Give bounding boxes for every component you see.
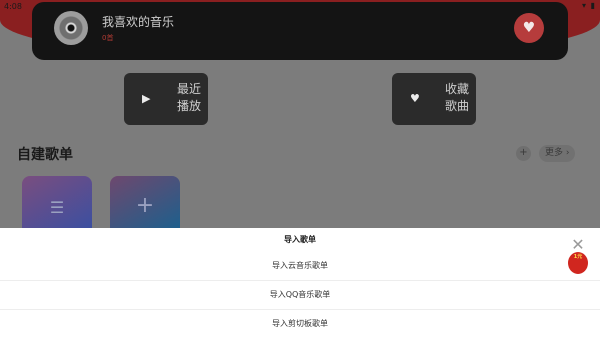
import-qq-option[interactable]: 导入QQ音乐歌单 xyxy=(0,280,600,308)
create-playlist-tile[interactable]: + xyxy=(110,176,180,228)
close-icon[interactable]: ✕ xyxy=(568,237,588,253)
status-icons: ▾ ▮ xyxy=(582,1,596,10)
play-icon: ▶ xyxy=(142,92,151,105)
sheet-title: 导入歌单 xyxy=(284,235,316,244)
favorite-songs-label: 收藏 歌曲 xyxy=(445,82,470,113)
playlist-count: 0首 xyxy=(102,34,114,42)
list-icon: ☰ xyxy=(49,198,65,217)
vinyl-disc-icon xyxy=(54,11,88,45)
section-title: 自建歌单 xyxy=(17,147,73,163)
more-button[interactable]: 更多 › xyxy=(539,145,576,162)
favorite-songs-button[interactable]: ♥ 收藏 歌曲 xyxy=(392,73,476,125)
playlist-tile[interactable]: ☰ xyxy=(22,176,92,228)
import-netease-option[interactable]: 导入云音乐歌单 xyxy=(0,252,600,280)
heart-icon: ♥ xyxy=(410,92,420,105)
recent-play-button[interactable]: ▶ 最近 播放 xyxy=(124,73,208,125)
heart-icon: ♥ xyxy=(522,20,536,36)
add-playlist-button[interactable]: + xyxy=(516,146,531,161)
playlist-title: 我喜欢的音乐 xyxy=(102,15,175,29)
plus-icon: + xyxy=(135,193,155,218)
import-sheet: 导入歌单 导入云音乐歌单 导入QQ音乐歌单 导入剪切板歌单 xyxy=(0,228,600,337)
import-clipboard-option[interactable]: 导入剪切板歌单 xyxy=(0,309,600,337)
heart-button[interactable]: ♥ xyxy=(514,13,544,43)
status-time: 4:08 xyxy=(4,2,22,11)
promo-badge[interactable]: 1元 xyxy=(568,252,588,274)
status-bar: 4:08 ▾ ▮ xyxy=(0,0,600,14)
recent-play-label: 最近 播放 xyxy=(177,82,202,113)
